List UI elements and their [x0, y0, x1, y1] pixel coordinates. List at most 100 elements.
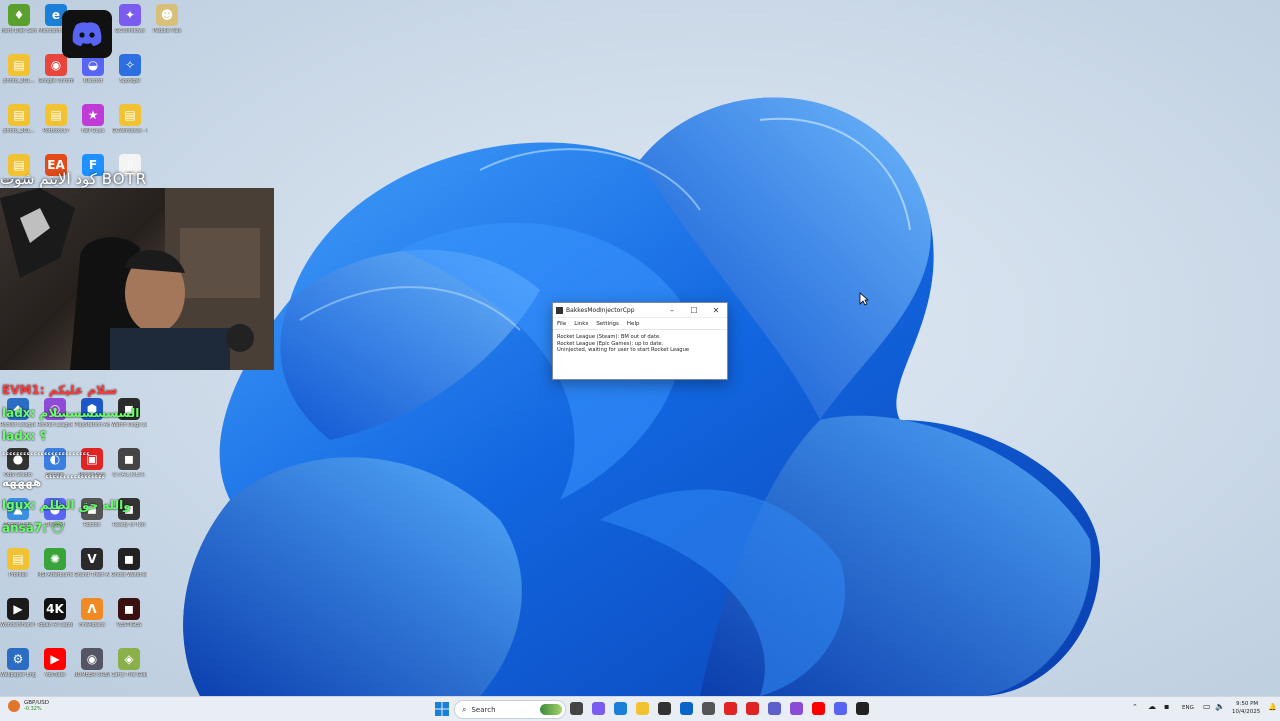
desktop-icon[interactable]: Λ FireAlpaca	[74, 598, 110, 628]
app-icon: ▤	[119, 104, 141, 126]
desktop-icon[interactable]: V Grand Theft Auto V	[74, 548, 110, 578]
app-icon: ◉	[81, 648, 103, 670]
bakkesmod-icon[interactable]	[856, 702, 869, 715]
window-titlebar[interactable]: BakkesModInjectorCpp – ☐ ✕	[553, 303, 727, 318]
app-icon: ★	[82, 104, 104, 126]
app-icon: ✺	[44, 548, 66, 570]
copilot-icon[interactable]	[592, 702, 605, 715]
app-icon: ✦	[119, 4, 141, 26]
desktop-icon[interactable]: ✦ GCWindows	[112, 4, 148, 34]
media-icon[interactable]	[746, 702, 759, 715]
desktop-icon[interactable]: ▶ Wondershare Filmora 13	[0, 598, 36, 628]
desktop-icon[interactable]: ⚙ Wallpaper Engine	[0, 648, 36, 678]
desktop-icon-label: VESTIGES	[116, 622, 142, 628]
tray-chevron-icon[interactable]: ⌃	[1132, 703, 1138, 711]
desktop-icon[interactable]: ☻ Paddle Pals	[149, 4, 185, 34]
desktop-icon-label: Ready or Not	[112, 522, 146, 528]
desktop-icon[interactable]: ♦ Hard Disk Sentinel	[1, 4, 37, 34]
onedrive-icon[interactable]: ☁	[1148, 702, 1156, 711]
desktop-icon[interactable]: ◼ VESTIGES	[111, 598, 147, 628]
clock-time[interactable]: 9:50 PM	[1236, 701, 1258, 707]
menu-settings[interactable]: Settings	[596, 321, 619, 327]
status-log: Rocket League (Steam): BM out of date. R…	[553, 330, 727, 358]
menu-file[interactable]: File	[557, 321, 566, 327]
app-icon	[556, 306, 563, 314]
desktop-icon-label: Paddle Pals	[152, 28, 182, 34]
desktop-icon[interactable]: ◉ BOMBER CREW	[74, 648, 110, 678]
chat-message: ladx: السسسسسسلام	[2, 406, 140, 420]
desktop-icon[interactable]: ▤ photo_201...	[1, 54, 37, 84]
desktop-icon-label: Wondershare Filmora 13	[0, 622, 36, 628]
chat-message: ladx: ؟	[2, 429, 47, 443]
volume-icon[interactable]: 🔈	[1215, 702, 1225, 711]
desktop-icon-label: PotBoxs17	[42, 128, 70, 134]
app-icon: Λ	[81, 598, 103, 620]
desktop-icon[interactable]: ▤ PotBoxs17	[38, 104, 74, 134]
start-button[interactable]	[434, 701, 450, 717]
desktop-icon-label: Ghost Watchers	[111, 572, 147, 578]
discord-icon[interactable]	[834, 702, 847, 715]
search-box[interactable]: ⌕ Search	[454, 700, 566, 719]
app-icon: ▤	[45, 104, 67, 126]
desktop-icon[interactable]: ✧ Spotigal	[112, 54, 148, 84]
clock-date[interactable]: 10/4/2025	[1232, 709, 1260, 715]
bakkesmod-injector-window[interactable]: BakkesModInjectorCpp – ☐ ✕ File Links Se…	[552, 302, 728, 380]
youtube-icon-2[interactable]	[812, 702, 825, 715]
desktop-icon[interactable]: ◈ Carry The Glass	[111, 648, 147, 678]
desktop-icon-label: Rocket League	[0, 422, 36, 428]
desktop-icon[interactable]: ◼ Ghost Watchers	[111, 548, 147, 578]
language-indicator[interactable]: ENG	[1182, 705, 1194, 711]
settings-icon[interactable]	[702, 702, 715, 715]
file-explorer-icon[interactable]	[636, 702, 649, 715]
app-icon: 4K	[44, 598, 66, 620]
teams-icon[interactable]	[768, 702, 781, 715]
menu-help[interactable]: Help	[627, 321, 640, 327]
weather-widget[interactable]: GBP/USD -0.32%	[8, 700, 49, 712]
outlook-icon[interactable]	[680, 702, 693, 715]
minimize-button[interactable]: –	[661, 306, 683, 315]
webcam-feed	[0, 188, 274, 370]
desktop-icon[interactable]: ★ Fall Guys	[75, 104, 111, 134]
app-icon: ◈	[118, 648, 140, 670]
desktop-icon[interactable]: 4K Topaz AI Capture	[37, 598, 73, 628]
desktop-icon[interactable]: ✺ MSI Afterburner	[37, 548, 73, 578]
desktop-icon-label: photo_201...	[3, 128, 35, 134]
desktop-icon-label: MSI Afterburner	[37, 572, 73, 578]
notification-bell-icon[interactable]: 🔔	[1268, 703, 1277, 711]
desktop-icon[interactable]: ◉ Google Chrome	[38, 54, 74, 84]
window-menubar: File Links Settings Help	[553, 318, 727, 330]
youtube-icon[interactable]	[724, 702, 737, 715]
chat-message: EVM1: سلام عليكم	[2, 383, 118, 397]
desktop-icon-label: Hard Disk Sentinel	[1, 28, 37, 34]
window-title: BakkesModInjectorCpp	[566, 306, 635, 314]
desktop-icon-label: Rocket League	[37, 422, 73, 428]
tray-app-icon[interactable]: ▪	[1164, 702, 1169, 711]
task-view-icon[interactable]	[570, 702, 583, 715]
desktop-icon[interactable]: ▤ GCWindows - Copy	[112, 104, 148, 134]
app-icon: ◼	[118, 448, 140, 470]
desktop-icon-label: PlayStation Accessories	[74, 422, 110, 428]
desktop-icon[interactable]: ◼ S.T.A.L.K.E.R.	[111, 448, 147, 478]
search-placeholder: Search	[471, 705, 496, 714]
desktop-icon-label: Profiles	[8, 572, 28, 578]
app-icon: ◼	[118, 548, 140, 570]
desktop-icon-label: Roblox	[83, 522, 101, 528]
search-icon: ⌕	[462, 704, 467, 714]
menu-links[interactable]: Links	[574, 321, 588, 327]
desktop-icon-label: Google Chrome	[38, 78, 74, 84]
app-icon: ▤	[8, 104, 30, 126]
desktop-icon-label: Grand Theft Auto V	[74, 572, 110, 578]
desktop-icon[interactable]: ▤ photo_201...	[1, 104, 37, 134]
chat-message: lgux: والله حق الظلم	[2, 498, 131, 512]
desktop-icon-label: GCWindows	[115, 28, 145, 34]
maximize-button[interactable]: ☐	[683, 306, 705, 315]
desktop-icon[interactable]: ◒ Discord	[75, 54, 111, 84]
taskbar: GBP/USD -0.32% ⌕ Search ⌃ ☁ ▪ ENG ▭ 🔈 9:…	[0, 696, 1280, 721]
twitch-icon[interactable]	[790, 702, 803, 715]
desktop-icon[interactable]: ▤ Profiles	[0, 548, 36, 578]
edge-icon[interactable]	[614, 702, 627, 715]
store-icon[interactable]	[658, 702, 671, 715]
close-button[interactable]: ✕	[705, 306, 727, 315]
desktop-icon[interactable]: ▶ YouTube	[37, 648, 73, 678]
network-icon[interactable]: ▭	[1203, 702, 1211, 711]
